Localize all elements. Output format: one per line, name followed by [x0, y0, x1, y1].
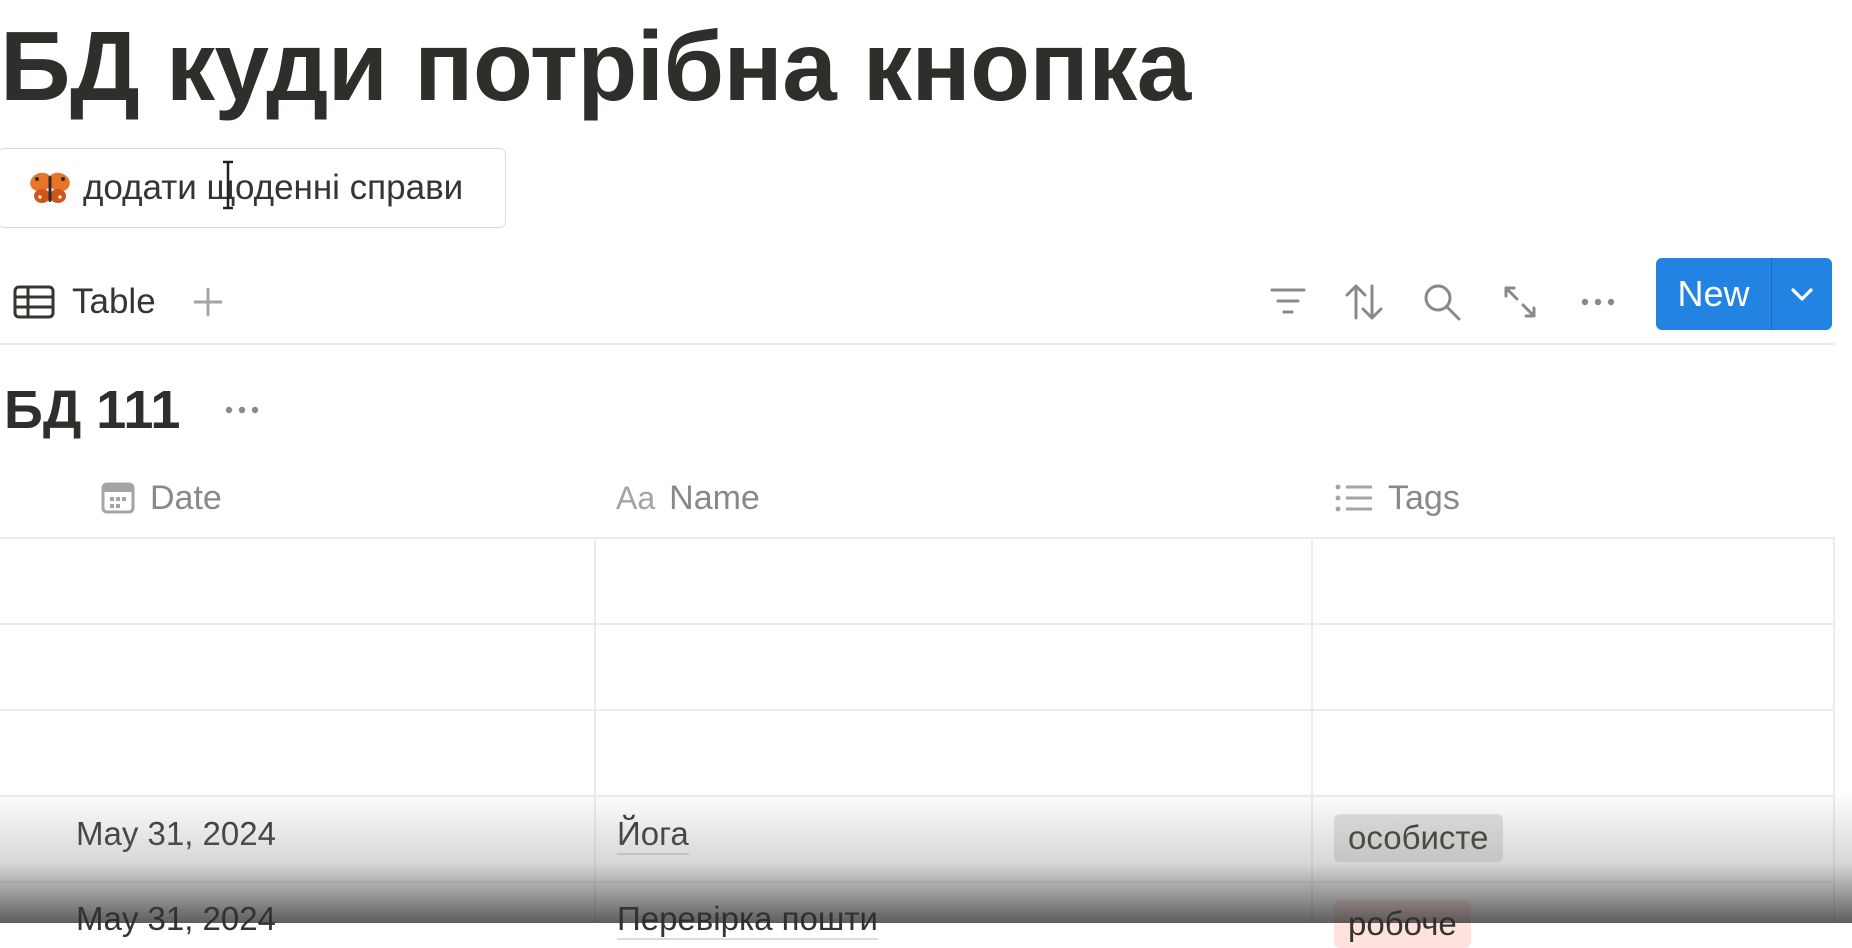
column-header-name[interactable]: Aa Name — [616, 458, 760, 538]
chevron-down-icon — [1791, 288, 1813, 301]
butterfly-icon — [29, 168, 71, 208]
text-cursor-icon — [223, 160, 233, 210]
tag-pill[interactable]: робоче — [1334, 900, 1471, 948]
calendar-icon — [101, 482, 135, 514]
database-more-icon[interactable] — [222, 392, 262, 428]
text-icon: Aa — [616, 479, 656, 516]
add-view-button[interactable] — [188, 268, 228, 336]
row-divider — [0, 881, 1835, 883]
new-dropdown-button[interactable] — [1772, 258, 1832, 330]
toolbar-divider — [0, 343, 1835, 345]
add-daily-tasks-button[interactable]: додати щоденні справи — [0, 148, 506, 228]
table-header-row: Date Aa Name Tags — [0, 458, 1835, 538]
column-name-label: Name — [669, 478, 760, 517]
tag-pill[interactable]: особисте — [1334, 814, 1503, 862]
new-button[interactable]: New — [1656, 258, 1772, 330]
filter-icon[interactable] — [1266, 280, 1310, 324]
row-divider — [0, 709, 1835, 711]
table-cell-date[interactable]: May 31, 2024 — [76, 900, 276, 938]
row-divider — [0, 795, 1835, 797]
column-divider — [594, 538, 596, 923]
column-date-label: Date — [150, 478, 222, 517]
column-divider — [1311, 538, 1313, 923]
search-icon[interactable] — [1420, 280, 1464, 324]
column-divider — [1833, 538, 1835, 923]
column-tags-label: Tags — [1388, 478, 1460, 517]
table-cell-name[interactable]: Перевірка пошти — [617, 900, 878, 940]
table-cell-date[interactable]: May 31, 2024 — [76, 815, 276, 853]
header-divider — [0, 537, 1835, 539]
more-icon[interactable] — [1576, 280, 1620, 324]
bottom-shadow-overlay — [0, 790, 1852, 923]
table-icon — [13, 285, 55, 319]
row-divider — [0, 623, 1835, 625]
database-toolbar: Table New — [0, 258, 1852, 344]
database-title[interactable]: БД 111 — [4, 375, 180, 445]
table-cell-name[interactable]: Йога — [617, 815, 689, 855]
tab-table-label: Table — [72, 282, 156, 321]
expand-icon[interactable] — [1498, 280, 1542, 324]
list-icon — [1335, 484, 1372, 512]
new-button-group: New — [1656, 258, 1832, 330]
plus-icon — [194, 288, 222, 316]
column-header-tags[interactable]: Tags — [1334, 458, 1460, 538]
tab-table-view[interactable]: Table — [12, 268, 156, 336]
page-title[interactable]: БД куди потрібна кнопка — [0, 6, 1191, 126]
sort-icon[interactable] — [1342, 280, 1386, 324]
column-header-date[interactable]: Date — [100, 458, 222, 538]
add-daily-tasks-label: додати щоденні справи — [83, 168, 464, 207]
